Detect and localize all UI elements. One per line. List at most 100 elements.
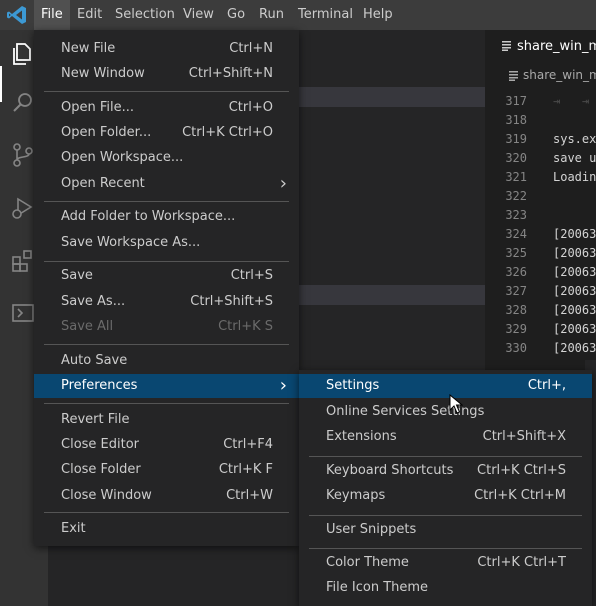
menu-item-open-file[interactable]: Open File... Ctrl+O xyxy=(34,96,299,120)
preferences-submenu: Settings Ctrl+, Online Services Settings Ex… xyxy=(299,370,592,606)
line-number: 328 xyxy=(505,303,527,317)
menu-item-shortcut: Ctrl+S xyxy=(230,268,273,283)
code-line: 319 sys.ex xyxy=(485,130,596,149)
menu-go[interactable]: Go xyxy=(220,0,252,30)
menu-item-label: Open Workspace... xyxy=(61,150,184,165)
menu-item-save-as[interactable]: Save As... Ctrl+Shift+S xyxy=(34,290,299,314)
menu-item-keymaps[interactable]: Keymaps Ctrl+K Ctrl+M xyxy=(299,484,592,508)
menubar: File Edit Selection View Go Run Terminal… xyxy=(0,0,596,30)
active-indicator xyxy=(0,66,2,102)
menu-separator xyxy=(44,91,289,92)
menu-item-add-folder-to-workspace[interactable]: Add Folder to Workspace... xyxy=(34,205,299,229)
menu-item-label: Open Folder... xyxy=(61,125,152,140)
submenu-chevron-icon: › xyxy=(279,375,287,396)
menu-item-save-workspace-as[interactable]: Save Workspace As... xyxy=(34,231,299,255)
menu-separator xyxy=(309,548,582,549)
code-line: 323 xyxy=(485,206,596,225)
line-number: 322 xyxy=(505,189,527,203)
menu-item-label: New Window xyxy=(61,66,145,81)
menu-item-open-workspace[interactable]: Open Workspace... xyxy=(34,146,299,170)
menu-item-label: Exit xyxy=(61,521,86,536)
line-number: 327 xyxy=(505,284,527,298)
line-text: [20063 xyxy=(553,341,596,355)
menu-help[interactable]: Help xyxy=(356,0,400,30)
line-text: [20063 xyxy=(553,227,596,241)
menu-item-online-services-settings[interactable]: Online Services Settings xyxy=(299,400,592,424)
menu-item-file-icon-theme[interactable]: File Icon Theme xyxy=(299,576,592,600)
menu-terminal[interactable]: Terminal xyxy=(291,0,360,30)
menu-item-shortcut: Ctrl+, xyxy=(527,378,566,393)
code-line: 321 Loadin xyxy=(485,168,596,187)
menu-item-label: Keyboard Shortcuts xyxy=(326,463,454,478)
editor-tab[interactable]: share_win_ma xyxy=(485,30,596,65)
breadcrumb-label: share_win_m xyxy=(523,68,596,82)
line-text: [20063 xyxy=(553,265,596,279)
menu-file[interactable]: File xyxy=(34,0,70,30)
menu-item-save-all[interactable]: Save All Ctrl+K S xyxy=(34,315,299,339)
menu-edit[interactable]: Edit xyxy=(70,0,109,30)
menu-item-extensions[interactable]: Extensions Ctrl+Shift+X xyxy=(299,425,592,449)
menu-item-settings[interactable]: Settings Ctrl+, xyxy=(299,374,592,398)
code-line: 325 [20063 xyxy=(485,244,596,263)
menu-item-shortcut: Ctrl+F4 xyxy=(223,437,273,452)
menu-item-close-folder[interactable]: Close Folder Ctrl+K F xyxy=(34,458,299,482)
vscode-logo-icon xyxy=(7,6,26,24)
menu-separator xyxy=(44,201,289,202)
menu-item-shortcut: Ctrl+K S xyxy=(218,319,273,334)
code-line: 317 ⇥ ⇥ xyxy=(485,92,596,111)
line-number: 323 xyxy=(505,208,527,222)
menu-item-auto-save[interactable]: Auto Save xyxy=(34,349,299,373)
menu-item-shortcut: Ctrl+K Ctrl+S xyxy=(477,463,566,478)
line-text: [20063 xyxy=(553,246,596,260)
menu-item-label: Save xyxy=(61,268,93,283)
menu-item-label: Open Recent xyxy=(61,176,145,191)
menu-item-keyboard-shortcuts[interactable]: Keyboard Shortcuts Ctrl+K Ctrl+S xyxy=(299,459,592,483)
line-number: 324 xyxy=(505,227,527,241)
menu-item-preferences[interactable]: Preferences › xyxy=(34,374,299,398)
code-line: 320 save u xyxy=(485,149,596,168)
menu-item-label: Extensions xyxy=(326,429,397,444)
menu-item-close-editor[interactable]: Close Editor Ctrl+F4 xyxy=(34,433,299,457)
breadcrumb[interactable]: share_win_m xyxy=(485,65,596,87)
menu-separator xyxy=(309,515,582,516)
menu-item-open-folder[interactable]: Open Folder... Ctrl+K Ctrl+O xyxy=(34,121,299,145)
menu-view[interactable]: View xyxy=(176,0,221,30)
menu-item-shortcut: Ctrl+O xyxy=(228,100,273,115)
menu-item-exit[interactable]: Exit xyxy=(34,517,299,541)
menu-item-color-theme[interactable]: Color Theme Ctrl+K Ctrl+T xyxy=(299,551,592,575)
menu-selection[interactable]: Selection xyxy=(108,0,182,30)
menu-item-save[interactable]: Save Ctrl+S xyxy=(34,264,299,288)
line-text: [20063 xyxy=(553,284,596,298)
menu-item-close-window[interactable]: Close Window Ctrl+W xyxy=(34,484,299,508)
line-number: 317 xyxy=(505,94,527,108)
menu-item-revert-file[interactable]: Revert File xyxy=(34,408,299,432)
line-text: [20063 xyxy=(553,303,596,317)
menu-item-new-window[interactable]: New Window Ctrl+Shift+N xyxy=(34,62,299,86)
code-line: 330 [20063 xyxy=(485,339,596,358)
menu-item-label: Preferences xyxy=(61,378,138,393)
menu-item-label: Save Workspace As... xyxy=(61,235,201,250)
line-number: 325 xyxy=(505,246,527,260)
menu-item-shortcut: Ctrl+Shift+X xyxy=(482,429,566,444)
code-line: 324 [20063 xyxy=(485,225,596,244)
menu-item-label: User Snippets xyxy=(326,522,417,537)
file-lines-icon xyxy=(509,71,518,81)
menu-item-user-snippets[interactable]: User Snippets xyxy=(299,518,592,542)
file-menu: New File Ctrl+N New Window Ctrl+Shift+N Open… xyxy=(34,30,299,546)
code-line: 322 xyxy=(485,187,596,206)
menu-separator xyxy=(309,456,582,457)
menu-separator xyxy=(44,344,289,345)
menu-separator xyxy=(44,403,289,404)
menu-separator xyxy=(44,512,289,513)
menu-item-open-recent[interactable]: Open Recent › xyxy=(34,172,299,196)
line-number: 320 xyxy=(505,151,527,165)
line-number: 329 xyxy=(505,322,527,336)
line-number: 319 xyxy=(505,132,527,146)
menu-item-new-file[interactable]: New File Ctrl+N xyxy=(34,37,299,61)
line-text: Loadin xyxy=(553,170,596,184)
menu-run[interactable]: Run xyxy=(252,0,291,30)
menu-item-label: Close Window xyxy=(61,488,152,503)
line-number: 330 xyxy=(505,341,527,355)
line-number: 321 xyxy=(505,170,527,184)
menu-item-shortcut: Ctrl+K Ctrl+T xyxy=(477,555,566,570)
